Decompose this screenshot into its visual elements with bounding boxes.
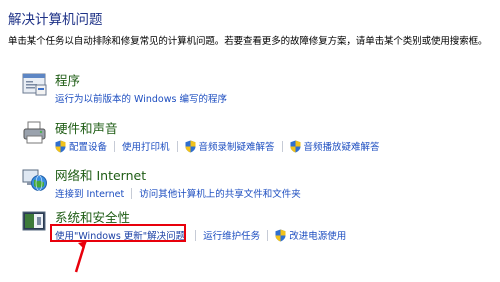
link-audio-playback-troubleshoot[interactable]: 音频播放疑难解答 bbox=[290, 139, 380, 153]
network-internet-links: 连接到 Internet 访问其他计算机上的共享文件和文件夹 bbox=[55, 186, 301, 200]
link-separator bbox=[114, 140, 116, 152]
link-configure-device-label: 配置设备 bbox=[69, 142, 108, 153]
uac-shield-icon bbox=[185, 140, 196, 152]
link-separator bbox=[267, 229, 269, 241]
uac-shield-icon bbox=[290, 140, 301, 152]
network-globe-icon bbox=[22, 167, 48, 193]
category-title-hardware-sound[interactable]: 硬件和声音 bbox=[55, 118, 118, 137]
link-use-printer[interactable]: 使用打印机 bbox=[122, 139, 170, 153]
link-configure-device[interactable]: 配置设备 bbox=[55, 139, 107, 153]
link-separator bbox=[195, 229, 197, 241]
link-audio-record-troubleshoot[interactable]: 音频录制疑难解答 bbox=[185, 139, 275, 153]
page-description: 单击某个任务以自动排除和修复常见的计算机问题。若要查看更多的故障修复方案，请单击… bbox=[8, 36, 488, 47]
system-security-icon bbox=[22, 209, 48, 235]
link-separator bbox=[281, 140, 283, 152]
link-improve-power-label: 改进电源使用 bbox=[289, 231, 347, 242]
category-title-programs[interactable]: 程序 bbox=[55, 70, 80, 89]
category-title-network-internet[interactable]: 网络和 Internet bbox=[55, 165, 146, 184]
link-separator bbox=[176, 140, 178, 152]
uac-shield-icon bbox=[275, 229, 286, 241]
page-title: 解决计算机问题 bbox=[8, 12, 103, 28]
link-access-shared-files[interactable]: 访问其他计算机上的共享文件和文件夹 bbox=[139, 186, 301, 200]
programs-icon bbox=[22, 72, 48, 98]
uac-shield-icon bbox=[55, 140, 66, 152]
programs-links: 运行为以前版本的 Windows 编写的程序 bbox=[55, 91, 227, 105]
link-run-old-programs[interactable]: 运行为以前版本的 Windows 编写的程序 bbox=[55, 91, 227, 105]
link-improve-power[interactable]: 改进电源使用 bbox=[275, 228, 346, 242]
red-arrow-icon bbox=[74, 241, 87, 273]
hardware-sound-links: 配置设备 使用打印机 音频录制疑难解答 音频播放疑难解答 bbox=[55, 139, 380, 153]
printer-icon bbox=[22, 120, 48, 146]
link-run-maintenance[interactable]: 运行维护任务 bbox=[203, 228, 260, 242]
link-connect-internet[interactable]: 连接到 Internet bbox=[55, 186, 124, 200]
link-audio-record-label: 音频录制疑难解答 bbox=[198, 142, 275, 153]
link-separator bbox=[131, 187, 133, 199]
link-audio-playback-label: 音频播放疑难解答 bbox=[303, 142, 380, 153]
